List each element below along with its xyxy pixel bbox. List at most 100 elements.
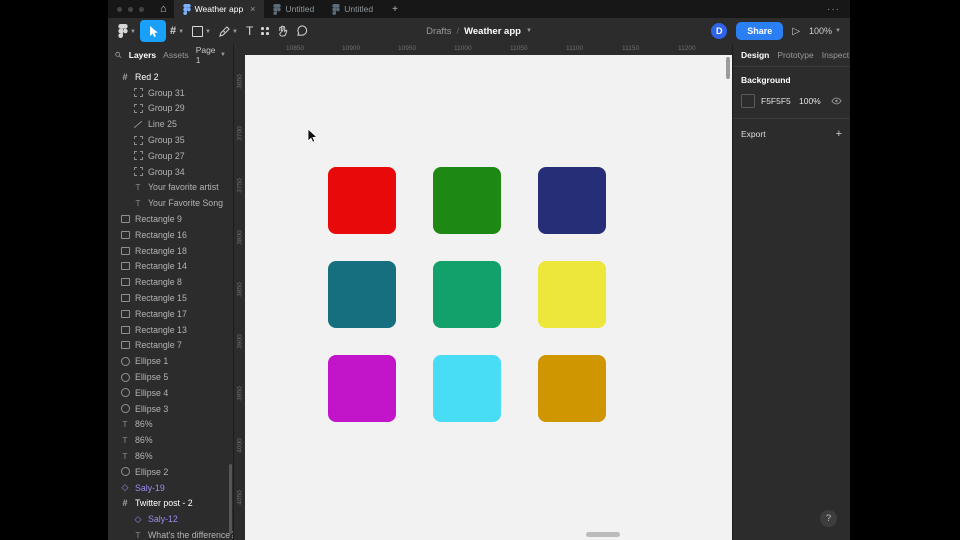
layer-row[interactable]: Rectangle 16 [108,227,233,243]
layer-row[interactable]: Group 35 [108,132,233,148]
background-hex-value[interactable]: F5F5F5 [761,96,799,106]
layer-row[interactable]: Ellipse 2 [108,464,233,480]
canvas-square-gold[interactable] [538,355,606,422]
layer-row[interactable]: T86% [108,432,233,448]
comment-icon [296,25,308,37]
layer-row[interactable]: Rectangle 8 [108,274,233,290]
layer-row[interactable]: ◇Saly-12 [108,511,233,527]
inspector-tab-prototype[interactable]: Prototype [777,50,813,60]
layer-row[interactable]: TWhat's the difference? [108,527,233,540]
tab-layers[interactable]: Layers [129,50,156,60]
share-button[interactable]: Share [736,22,783,40]
canvas-square-cyan[interactable] [433,355,501,422]
tab-overflow-menu[interactable]: ··· [817,0,850,18]
canvas-square-red[interactable] [328,167,396,234]
layers-panel: Layers Assets Page 1 ▼ #Red 2Group 31Gro… [108,44,234,540]
ruler-tick-label: 3700 [237,122,244,146]
frame-tool-button[interactable]: # ▼ [166,20,188,42]
layers-list: #Red 2Group 31Group 29Line 25Group 35Gro… [108,66,233,540]
visibility-toggle[interactable] [831,97,842,105]
move-tool-button[interactable] [140,20,166,42]
layer-label: Red 2 [135,72,158,82]
canvas-square-green[interactable] [433,167,501,234]
zoom-menu[interactable]: 100% ▼ [809,26,841,36]
ruler-tick-label: 3800 [237,226,244,250]
layer-row[interactable]: Rectangle 14 [108,259,233,275]
search-icon[interactable] [115,51,122,59]
layer-row[interactable]: ◇Saly-19 [108,480,233,496]
inspector-tab-inspect[interactable]: Inspect [822,50,849,60]
breadcrumb-separator: / [456,26,459,37]
close-icon[interactable]: × [250,4,255,14]
layer-row[interactable]: Rectangle 9 [108,211,233,227]
rectangle-icon [120,293,130,303]
layer-row[interactable]: Rectangle 15 [108,290,233,306]
frame-label-badge [586,532,620,537]
group-icon [133,151,143,161]
file-tab-label: Untitled [344,4,373,14]
text-tool-button[interactable]: T [242,20,257,42]
file-tab[interactable]: Weather app × [174,0,265,18]
layer-row[interactable]: Group 27 [108,148,233,164]
canvas-square-teal[interactable] [328,261,396,328]
layer-row[interactable]: Ellipse 4 [108,385,233,401]
plus-icon[interactable]: + [836,128,842,140]
file-tab[interactable]: Untitled [264,0,323,18]
layer-row[interactable]: Rectangle 7 [108,338,233,354]
layer-row[interactable]: TYour Favorite Song [108,195,233,211]
color-swatch[interactable] [741,94,755,108]
ruler-tick-label: 11050 [510,45,528,52]
breadcrumb[interactable]: Drafts / Weather app ▼ [426,18,532,44]
layer-row[interactable]: Ellipse 1 [108,353,233,369]
tab-assets[interactable]: Assets [163,50,189,60]
layer-label: Rectangle 15 [135,293,187,303]
canvas-square-navy[interactable] [538,167,606,234]
inspector-tab-design[interactable]: Design [741,50,769,60]
layer-row[interactable]: T86% [108,448,233,464]
layers-scrollbar[interactable] [229,464,232,534]
page-selector[interactable]: Page 1 ▼ [196,45,226,65]
help-button[interactable]: ? [820,510,837,527]
avatar[interactable]: D [711,23,727,39]
ruler-tick-label: 3900 [237,330,244,354]
layer-row[interactable]: T86% [108,417,233,433]
chevron-down-icon[interactable]: ▼ [526,28,532,34]
layer-row[interactable]: Ellipse 3 [108,401,233,417]
canvas-scrollbar[interactable] [726,57,730,79]
layer-row[interactable]: Line 25 [108,116,233,132]
window-controls[interactable] [108,0,153,18]
layer-row[interactable]: Rectangle 17 [108,306,233,322]
file-title[interactable]: Weather app [464,26,521,37]
mouse-cursor [307,128,319,144]
layer-row[interactable]: #Red 2 [108,69,233,85]
new-tab-button[interactable]: + [382,0,408,18]
canvas-square-emerald[interactable] [433,261,501,328]
main-menu-button[interactable]: ▼ [114,20,140,42]
export-section[interactable]: Export + [733,119,850,149]
layer-row[interactable]: Rectangle 13 [108,322,233,338]
hand-tool-button[interactable] [273,20,292,42]
pen-tool-button[interactable]: ▼ [215,20,242,42]
layer-row[interactable]: Group 34 [108,164,233,180]
rectangle-icon [120,325,130,335]
canvas-square-magenta[interactable] [328,355,396,422]
layer-row[interactable]: Group 29 [108,101,233,117]
comment-tool-button[interactable] [292,20,312,42]
layer-row[interactable]: #Twitter post - 2 [108,496,233,512]
canvas[interactable]: 1085010900109501100011050111001115011200… [234,44,732,540]
rectangle-icon [120,230,130,240]
shape-tool-button[interactable]: ▼ [188,20,215,42]
layer-row[interactable]: Rectangle 18 [108,243,233,259]
layer-row[interactable]: Ellipse 5 [108,369,233,385]
background-opacity-value[interactable]: 100% [799,96,829,106]
home-icon[interactable]: ⌂ [153,0,174,18]
layer-row[interactable]: Group 31 [108,85,233,101]
file-tab[interactable]: Untitled [323,0,382,18]
breadcrumb-location[interactable]: Drafts [426,26,451,37]
file-tab-label: Weather app [195,4,244,14]
canvas-square-yellow[interactable] [538,261,606,328]
group-icon [133,88,143,98]
layer-row[interactable]: TYour favorite artist [108,180,233,196]
resources-button[interactable] [257,20,273,42]
present-button[interactable]: ▷ [792,26,800,37]
